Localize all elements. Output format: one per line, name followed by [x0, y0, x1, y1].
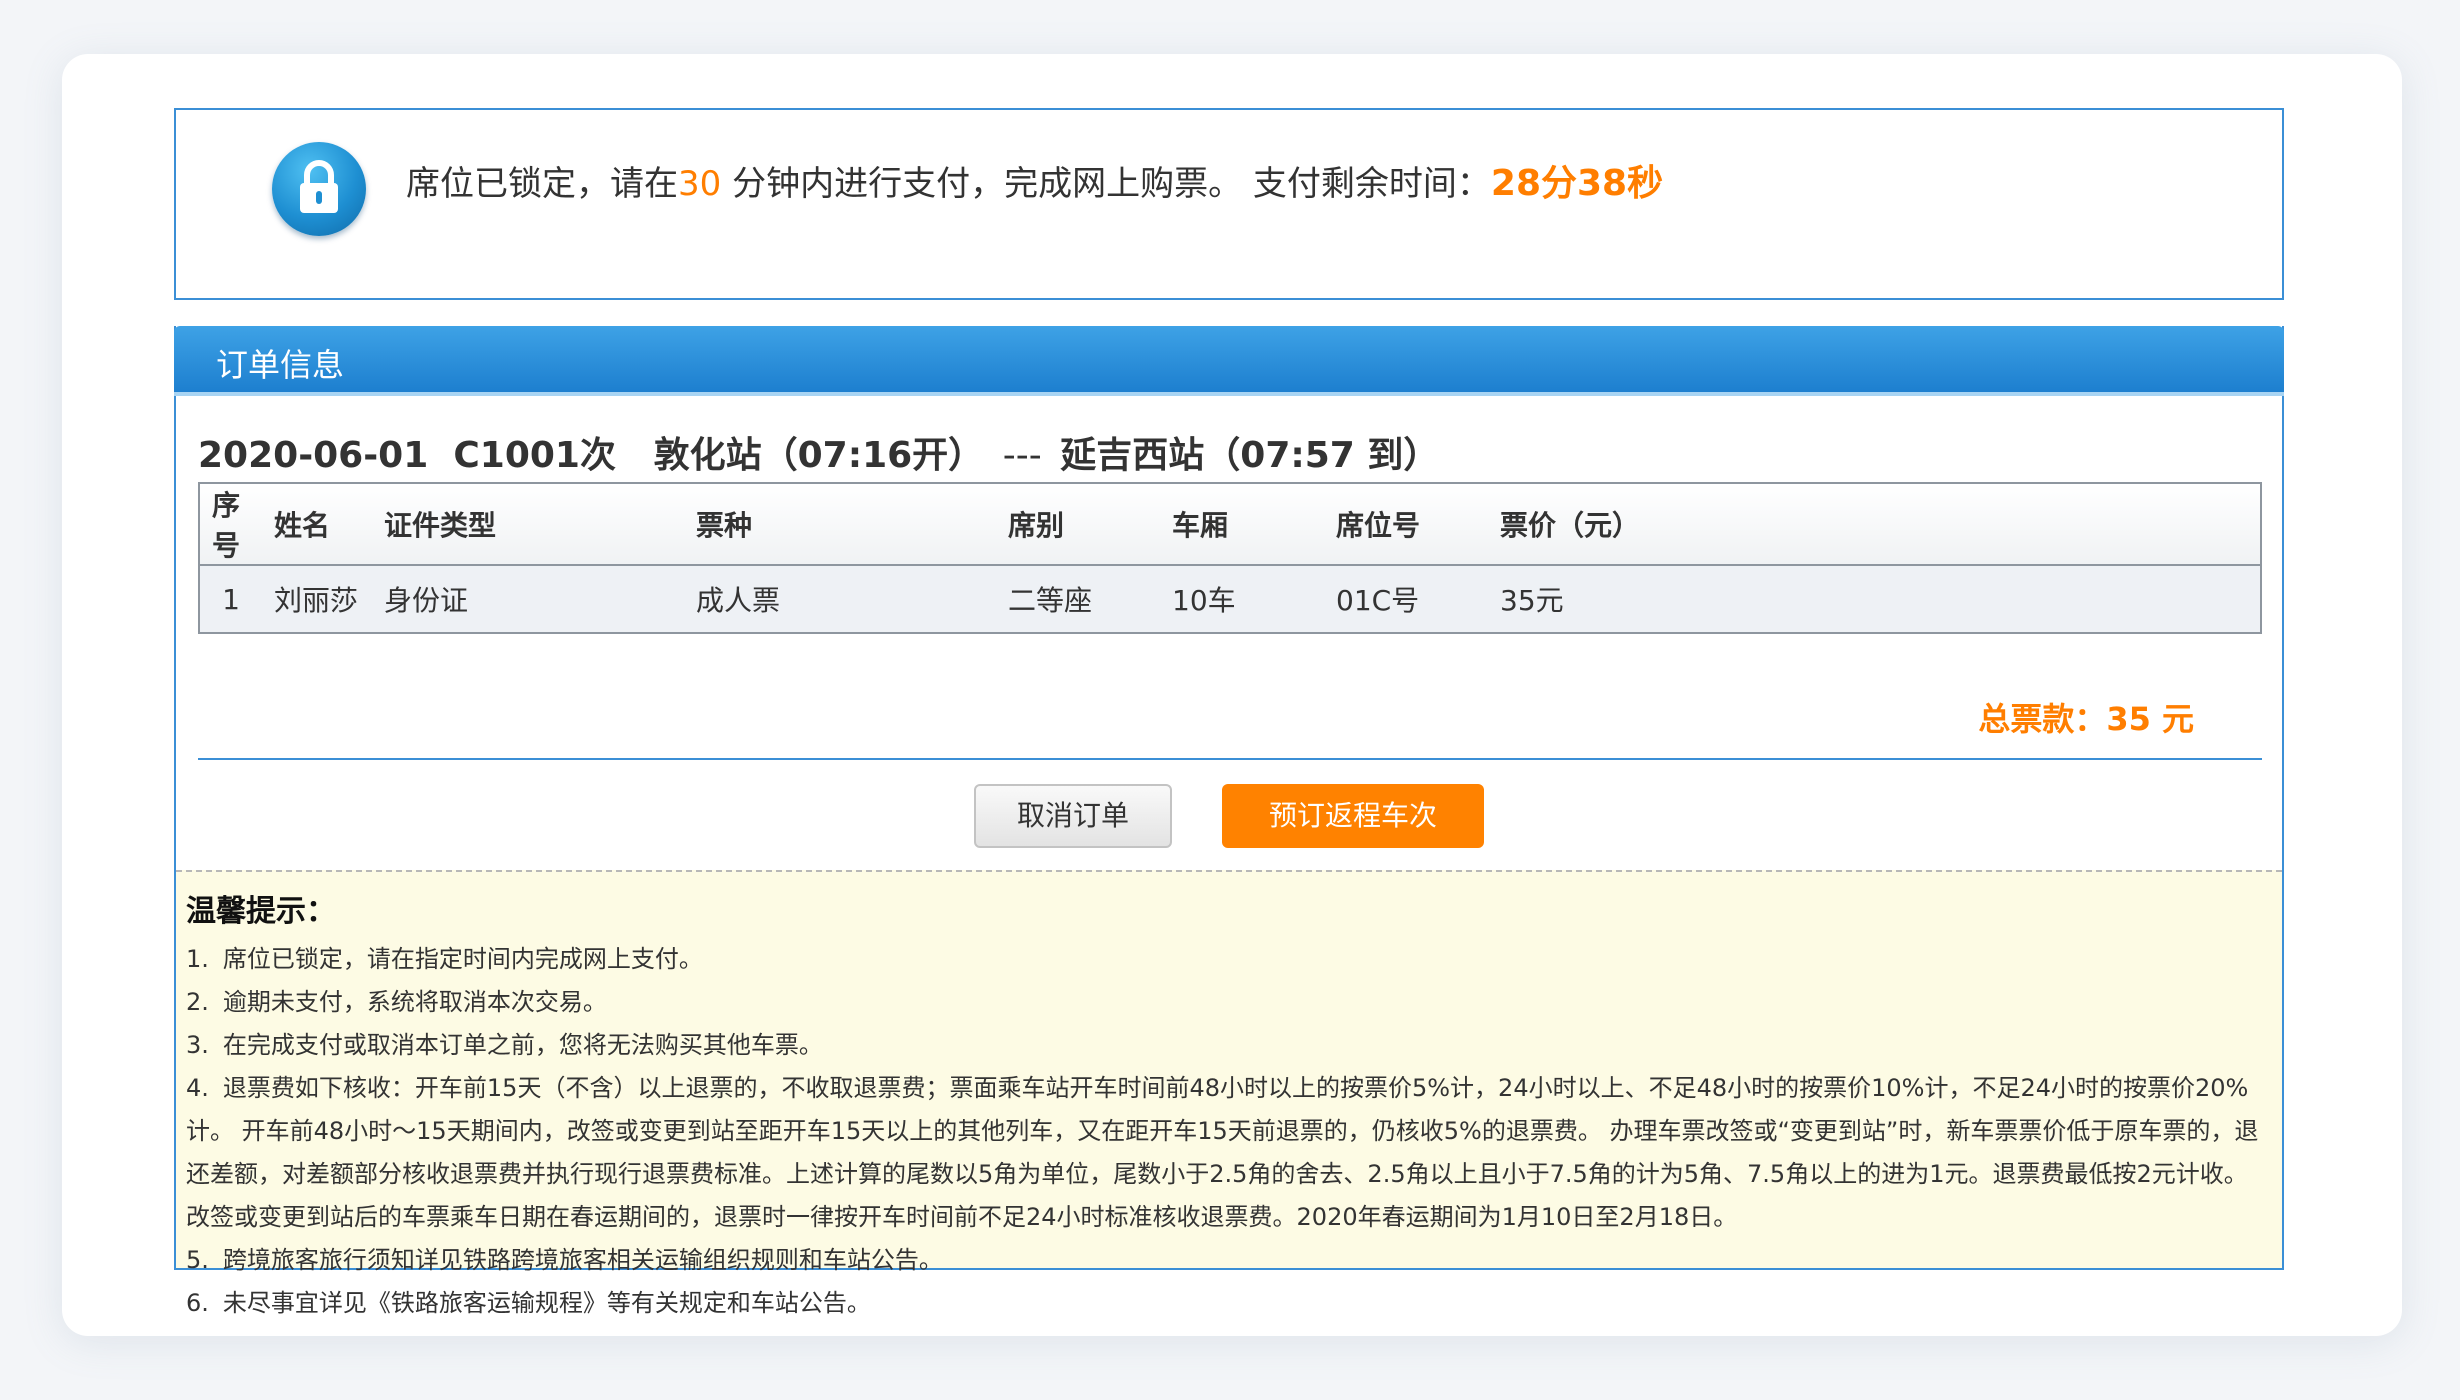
col-id-type: 证件类型	[372, 483, 684, 566]
lock-icon	[272, 142, 366, 236]
tip-number: 6.	[186, 1289, 209, 1317]
cell-seat-no: 01C号	[1324, 565, 1488, 633]
col-seq: 序号	[199, 483, 262, 566]
tip-number: 2.	[186, 988, 209, 1016]
table-row: 1 刘丽莎 身份证 成人票 二等座 10车 01C号 35元	[199, 565, 2261, 633]
col-name: 姓名	[262, 483, 372, 566]
cancel-order-button[interactable]: 取消订单	[974, 784, 1172, 848]
col-ticket-type: 票种	[684, 483, 996, 566]
col-price: 票价（元）	[1488, 483, 2261, 566]
arrival-station: 延吉西站（07:57 到）	[1060, 435, 1440, 476]
col-seat-no: 席位号	[1324, 483, 1488, 566]
tips-title: 温馨提示：	[186, 894, 336, 929]
train-info: 2020-06-01 C1001次 敦化站（07:16开） --- 延吉西站（0…	[198, 426, 1439, 478]
tip-text: 席位已锁定，请在指定时间内完成网上支付。	[222, 945, 703, 973]
tip-number: 1.	[186, 945, 209, 973]
train-number: C1001次	[453, 435, 616, 476]
seat-lock-notice: 席位已锁定，请在30 分钟内进行支付，完成网上购票。 支付剩余时间：28分38秒	[174, 108, 2284, 300]
tip-text: 退票费如下核收：开车前15天（不含）以上退票的，不收取退票费；票面乘车站开车时间…	[186, 1074, 2259, 1231]
col-coach: 车厢	[1160, 483, 1324, 566]
departure-station: 敦化站（07:16开）	[653, 435, 985, 476]
panel-header: 订单信息	[174, 326, 2284, 396]
panel-title: 订单信息	[216, 346, 345, 384]
list-item: 2. 逾期未支付，系统将取消本次交易。	[186, 981, 2270, 1024]
travel-date: 2020-06-01	[198, 435, 429, 476]
cell-ticket-type: 成人票	[684, 565, 996, 633]
cell-price: 35元	[1488, 565, 2261, 633]
list-item: 1. 席位已锁定，请在指定时间内完成网上支付。	[186, 938, 2270, 981]
tip-text: 未尽事宜详见《铁路旅客运输规程》等有关规定和车站公告。	[222, 1289, 871, 1317]
cell-id-type: 身份证	[372, 565, 684, 633]
tips-list: 1. 席位已锁定，请在指定时间内完成网上支付。 2. 逾期未支付，系统将取消本次交易…	[186, 938, 2270, 1325]
tip-number: 5.	[186, 1246, 209, 1274]
ticket-table: 序号 姓名 证件类型 票种 席别 车厢 席位号 票价（元） 1 刘丽莎 身份证 …	[198, 482, 2262, 634]
tips-section: 温馨提示： 1. 席位已锁定，请在指定时间内完成网上支付。 2. 逾期未支付，系统将…	[176, 870, 2282, 1317]
col-seat-class: 席别	[996, 483, 1160, 566]
pay-minutes: 30	[678, 164, 722, 204]
list-item: 4. 退票费如下核收：开车前15天（不含）以上退票的，不收取退票费；票面乘车站开车…	[186, 1067, 2270, 1239]
divider	[198, 758, 2262, 760]
list-item: 3. 在完成支付或取消本订单之前，您将无法购买其他车票。	[186, 1024, 2270, 1067]
cell-name: 刘丽莎	[262, 565, 372, 633]
list-item: 6. 未尽事宜详见《铁路旅客运输规程》等有关规定和车站公告。	[186, 1282, 2270, 1325]
tip-text: 逾期未支付，系统将取消本次交易。	[222, 988, 607, 1016]
book-return-trip-button[interactable]: 预订返程车次	[1222, 784, 1484, 848]
lock-message-prefix: 席位已锁定，请在	[406, 164, 678, 204]
list-item: 5. 跨境旅客旅行须知详见铁路跨境旅客相关运输组织规则和车站公告。	[186, 1239, 2270, 1282]
route-separator: ---	[1002, 435, 1042, 476]
tip-number: 3.	[186, 1031, 209, 1059]
cell-seat-class: 二等座	[996, 565, 1160, 633]
tip-text: 在完成支付或取消本订单之前，您将无法购买其他车票。	[222, 1031, 823, 1059]
total-price: 总票款：35 元	[1978, 700, 2194, 738]
lock-message: 席位已锁定，请在30 分钟内进行支付，完成网上购票。 支付剩余时间：28分38秒	[406, 154, 1663, 206]
cell-coach: 10车	[1160, 565, 1324, 633]
remaining-time: 28分38秒	[1490, 163, 1664, 204]
cell-seq: 1	[199, 565, 262, 633]
tip-number: 4.	[186, 1074, 209, 1102]
ticket-table-header: 序号 姓名 证件类型 票种 席别 车厢 席位号 票价（元）	[199, 483, 2261, 566]
order-card: 席位已锁定，请在30 分钟内进行支付，完成网上购票。 支付剩余时间：28分38秒…	[62, 54, 2402, 1336]
tip-text: 跨境旅客旅行须知详见铁路跨境旅客相关运输组织规则和车站公告。	[222, 1246, 943, 1274]
order-info-panel: 订单信息 2020-06-01 C1001次 敦化站（07:16开） --- 延…	[174, 326, 2284, 1317]
lock-message-suffix: 分钟内进行支付，完成网上购票。 支付剩余时间：	[721, 164, 1491, 204]
